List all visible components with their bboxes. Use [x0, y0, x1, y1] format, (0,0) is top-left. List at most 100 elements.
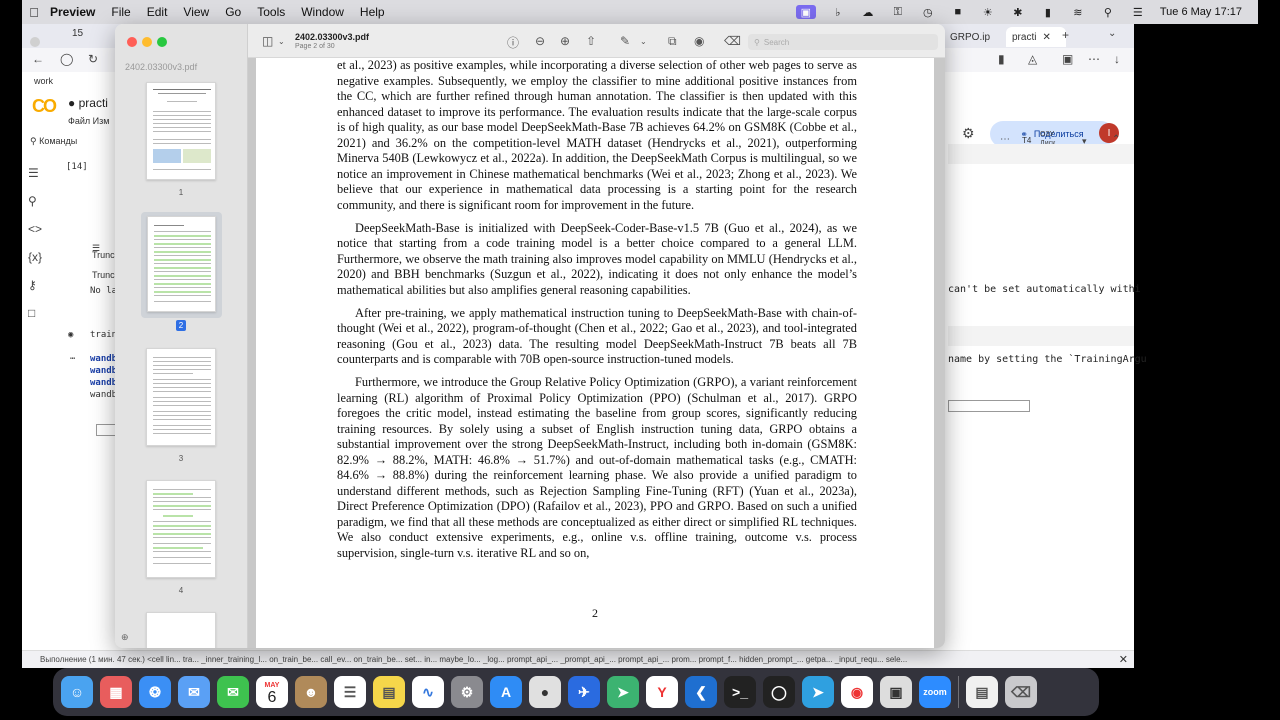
cloud-icon[interactable]: ☁	[860, 5, 876, 19]
close-tab-icon[interactable]: ✕	[1042, 32, 1050, 43]
preview-app-icon[interactable]: ▣	[880, 676, 912, 708]
brand-icon[interactable]: ✈	[568, 676, 600, 708]
clock-icon[interactable]: ◷	[920, 5, 936, 19]
menu-dots-icon[interactable]: ⋯	[1088, 52, 1100, 66]
commands-button[interactable]: ⚲ Команды	[30, 136, 77, 147]
window-zoom-button[interactable]	[157, 37, 167, 47]
chevron-down-icon[interactable]: ⌄	[278, 37, 285, 46]
chevron-down-icon[interactable]: ⌄	[1108, 28, 1116, 39]
back-icon[interactable]: ←	[32, 52, 44, 66]
zoom-out-icon[interactable]: ⊖	[535, 34, 545, 48]
telegram-icon[interactable]: ➤	[802, 676, 834, 708]
apple-chat-icon[interactable]: ●	[529, 676, 561, 708]
extension-icon[interactable]: ◬	[1028, 52, 1037, 66]
close-icon[interactable]: ✕	[1114, 653, 1128, 666]
menu-go[interactable]: Go	[225, 5, 241, 19]
keyboard-layout-icon[interactable]: ■	[950, 5, 966, 19]
messages-icon[interactable]: ✉	[217, 676, 249, 708]
bookmark-icon[interactable]: ▮	[998, 52, 1005, 66]
shield-icon[interactable]: ◯	[60, 52, 73, 66]
menu-edit[interactable]: Edit	[147, 5, 168, 19]
search-icon[interactable]: ⚲	[1100, 5, 1116, 19]
colab-menu[interactable]: Файл Изм	[68, 116, 109, 126]
thumbnail-page-3[interactable]	[146, 348, 216, 446]
app-store-icon[interactable]: A	[490, 676, 522, 708]
toc-icon[interactable]: ☰	[28, 166, 39, 180]
page-text-body[interactable]: et al., 2023) as positive examples, whil…	[337, 58, 857, 569]
running-cell-icon[interactable]: ◉	[68, 330, 73, 340]
apple-icon[interactable]: 	[22, 5, 46, 20]
add-page-icon[interactable]: ⊕	[121, 632, 129, 643]
mail-icon[interactable]: ✉	[178, 676, 210, 708]
reminders-icon[interactable]: ☰	[334, 676, 366, 708]
window-close-button[interactable]	[127, 37, 137, 47]
wifi-icon[interactable]: ≋	[1070, 5, 1086, 19]
chevron-down-icon[interactable]: ⌄	[640, 37, 647, 46]
menu-view[interactable]: View	[183, 5, 209, 19]
headphones-icon[interactable]: ♭	[830, 5, 846, 19]
share-icon[interactable]: ⇧	[586, 34, 596, 48]
menu-help[interactable]: Help	[360, 5, 385, 19]
rotate-icon[interactable]: ⧉	[668, 34, 677, 49]
yandex-browser-icon[interactable]: Y	[646, 676, 678, 708]
paragraph[interactable]: Furthermore, we introduce the Group Rela…	[337, 375, 857, 561]
thumbnail-page-2[interactable]	[147, 216, 216, 312]
notes-icon[interactable]: ▤	[373, 676, 405, 708]
paragraph[interactable]: DeepSeekMath-Base is initialized with De…	[337, 221, 857, 299]
form-fill-icon[interactable]: ⌫	[724, 34, 741, 48]
settings-gear-icon[interactable]: ⚙	[962, 125, 975, 142]
documents-stack-icon[interactable]: ▤	[966, 676, 998, 708]
battery-icon[interactable]: ▮	[1040, 5, 1056, 19]
contacts-icon[interactable]: ☻	[295, 676, 327, 708]
execution-status[interactable]: Выполнение (1 мин. 47 сек.) <cell lin...…	[40, 655, 907, 664]
find-icon[interactable]: ⚲	[28, 194, 37, 208]
terminal-icon[interactable]: >_	[724, 676, 756, 708]
vscode-icon[interactable]: ❮	[685, 676, 717, 708]
notebook-title[interactable]: ● practi	[68, 96, 108, 110]
safari-icon[interactable]: ❂	[139, 676, 171, 708]
thumbnail-page-4[interactable]	[146, 480, 216, 578]
control-center-icon[interactable]: ☰	[1130, 5, 1146, 19]
paragraph[interactable]: et al., 2023) as positive examples, whil…	[337, 58, 857, 213]
thumbnail-page-5[interactable]	[146, 612, 216, 648]
secrets-icon[interactable]: ⚷	[28, 278, 37, 292]
close-icon[interactable]	[30, 37, 40, 47]
activity-monitor-icon[interactable]: ◯	[763, 676, 795, 708]
code-icon[interactable]: <>	[28, 222, 42, 236]
tab-practice[interactable]: practi ✕	[1006, 27, 1066, 47]
pdf-page[interactable]: et al., 2023) as positive examples, whil…	[256, 58, 934, 648]
paragraph[interactable]: After pre-training, we apply mathematica…	[337, 306, 857, 368]
thumbnail-page-1[interactable]	[146, 82, 216, 180]
window-minimize-button[interactable]	[142, 37, 152, 47]
highlight-icon[interactable]: ◉	[694, 34, 704, 48]
copy-icon[interactable]: ▣	[1062, 52, 1073, 66]
zoom-in-icon[interactable]: ⊕	[560, 34, 570, 48]
finder-icon[interactable]: ☺	[61, 676, 93, 708]
trash-icon[interactable]: ⌫	[1005, 676, 1037, 708]
variables-icon[interactable]: {x}	[28, 250, 42, 264]
send-icon[interactable]: ➤	[607, 676, 639, 708]
download-icon[interactable]: ↓	[1114, 52, 1120, 66]
new-tab-icon[interactable]: +	[1062, 28, 1069, 42]
menu-tools[interactable]: Tools	[257, 5, 285, 19]
menu-app-name[interactable]: Preview	[50, 5, 95, 19]
tab-count[interactable]: 15	[72, 28, 83, 39]
folder-icon[interactable]: □	[28, 306, 35, 320]
document-area[interactable]: et al., 2023) as positive examples, whil…	[248, 58, 945, 648]
cell-menu-icon[interactable]: ⋯	[70, 354, 75, 364]
brightness-icon[interactable]: ☀	[980, 5, 996, 19]
freeform-icon[interactable]: ∿	[412, 676, 444, 708]
system-settings-icon[interactable]: ⚙	[451, 676, 483, 708]
zoom-icon[interactable]: zoom	[919, 676, 951, 708]
workspace-label[interactable]: work	[34, 76, 53, 86]
screen-record-icon[interactable]: ▣	[795, 5, 816, 19]
menu-window[interactable]: Window	[301, 5, 344, 19]
colab-logo[interactable]: CO	[32, 96, 57, 117]
key-icon[interactable]: ⚿	[890, 5, 906, 19]
menu-clock[interactable]: Tue 6 May 17:17	[1160, 6, 1242, 18]
sidebar-toggle-icon[interactable]: ◫	[262, 34, 273, 48]
info-icon[interactable]: ⓘ	[507, 34, 519, 51]
search-input[interactable]: ⚲ Search	[748, 34, 938, 50]
menu-file[interactable]: File	[111, 5, 130, 19]
launchpad-icon[interactable]: ▦	[100, 676, 132, 708]
